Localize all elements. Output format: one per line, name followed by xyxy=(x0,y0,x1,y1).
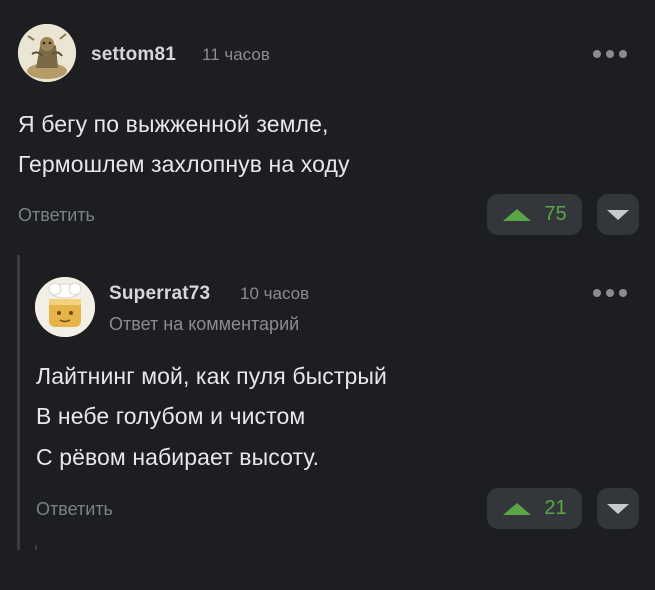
reply-text-line: В небе голубом и чистом xyxy=(36,403,306,429)
comment-text-line: Я бегу по выжженной земле, xyxy=(18,111,329,137)
upvote-button[interactable]: 21 xyxy=(487,488,582,529)
reply-thread-tick xyxy=(35,545,37,550)
comment-author[interactable]: settom81 xyxy=(91,44,176,66)
triangle-down-icon xyxy=(607,209,629,220)
vote-count: 21 xyxy=(544,497,567,519)
downvote-button[interactable] xyxy=(597,194,639,235)
reply-button[interactable]: Ответить xyxy=(18,205,95,226)
triangle-up-icon xyxy=(503,208,532,221)
comment-time: 11 часов xyxy=(202,45,270,64)
reply-text-line: С рёвом набирает высоту. xyxy=(36,444,320,470)
avatar-image xyxy=(35,277,95,337)
triangle-up-icon xyxy=(503,502,532,515)
reply-text-line: Лайтнинг мой, как пуля быстрый xyxy=(36,363,387,389)
reply-time: 10 часов xyxy=(240,284,310,303)
dot xyxy=(593,289,601,297)
comment-text-line: Гермошлем захлопнув на ходу xyxy=(18,151,350,177)
dot xyxy=(606,50,614,58)
upvote-button[interactable]: 75 xyxy=(487,194,582,235)
dot xyxy=(593,50,601,58)
reply-button[interactable]: Ответить xyxy=(36,499,113,520)
thread-line[interactable] xyxy=(17,255,20,550)
reply-author[interactable]: Superrat73 xyxy=(109,283,210,305)
avatar-image xyxy=(18,24,76,82)
dot xyxy=(619,289,627,297)
vote-count: 75 xyxy=(544,203,567,225)
downvote-button[interactable] xyxy=(597,488,639,529)
more-dots-icon[interactable] xyxy=(593,289,627,297)
dot xyxy=(619,50,627,58)
avatar-superrat73[interactable] xyxy=(35,277,95,337)
avatar-settom81[interactable] xyxy=(18,24,76,82)
dot xyxy=(606,289,614,297)
triangle-down-icon xyxy=(607,503,629,514)
more-dots-icon[interactable] xyxy=(593,50,627,58)
reply-to-label[interactable]: Ответ на комментарий xyxy=(109,314,299,335)
